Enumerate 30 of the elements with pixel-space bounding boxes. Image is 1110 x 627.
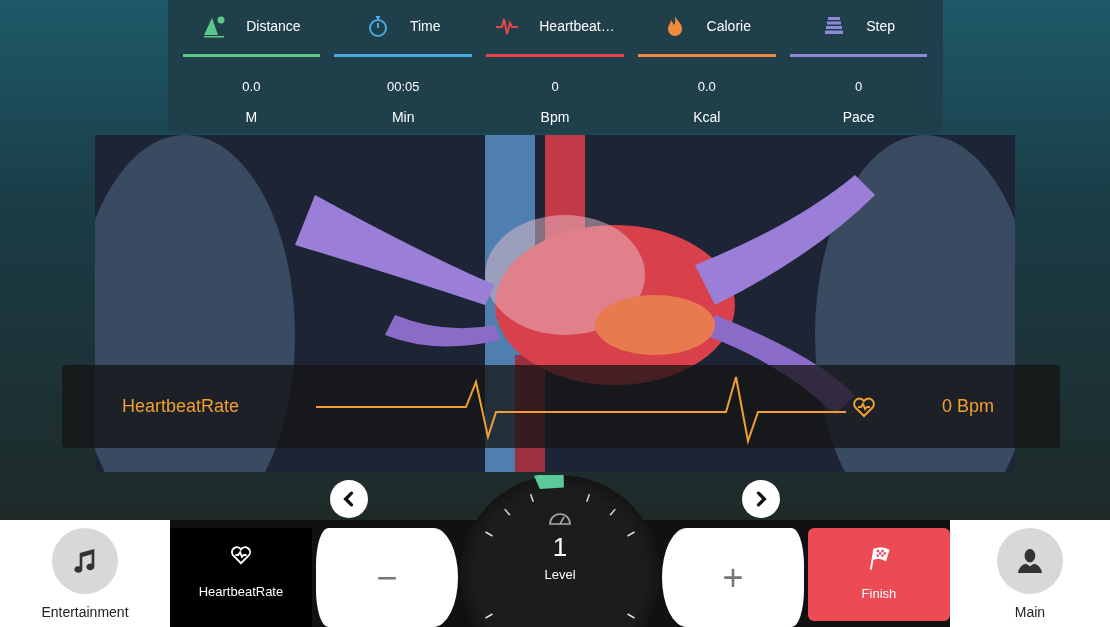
gauge-icon <box>548 510 572 526</box>
stat-label: Step <box>866 18 895 34</box>
stat-label: Calorie <box>706 18 751 34</box>
finish-button[interactable]: Finish <box>807 528 950 621</box>
entertainment-label: Entertainment <box>41 604 129 620</box>
stat-unit: Kcal <box>693 109 721 125</box>
stat-label: Time <box>409 18 441 34</box>
stat-unit: Bpm <box>540 109 570 125</box>
heart-rate-reading: 0 Bpm <box>941 396 994 417</box>
stat-value: 0 <box>551 79 559 94</box>
stat-unit: Min <box>391 109 415 125</box>
level-label: Level <box>544 567 576 582</box>
level-marker <box>533 475 564 489</box>
next-button[interactable] <box>742 480 780 518</box>
mode-button[interactable]: HeartbeatRate <box>169 528 312 627</box>
stat-label: Distance <box>246 18 301 34</box>
increase-button[interactable]: + <box>661 528 804 627</box>
stat-value: 00:05 <box>386 79 420 94</box>
stat-value: 0.0 <box>242 79 261 94</box>
decrease-button[interactable]: − <box>315 528 458 627</box>
main-label: Main <box>1014 604 1046 620</box>
stat-unit: Pace <box>842 109 875 125</box>
stat-label: Heartbeat… <box>539 18 615 34</box>
heart-icon <box>229 544 252 566</box>
stat-value: 0.0 <box>697 79 716 94</box>
stat-unit: M <box>245 109 258 125</box>
heart-rate-label: HeartbeatRate <box>122 396 241 417</box>
level-value: 1 <box>552 532 568 563</box>
previous-button[interactable] <box>330 480 368 518</box>
stat-value: 0 <box>854 79 863 94</box>
